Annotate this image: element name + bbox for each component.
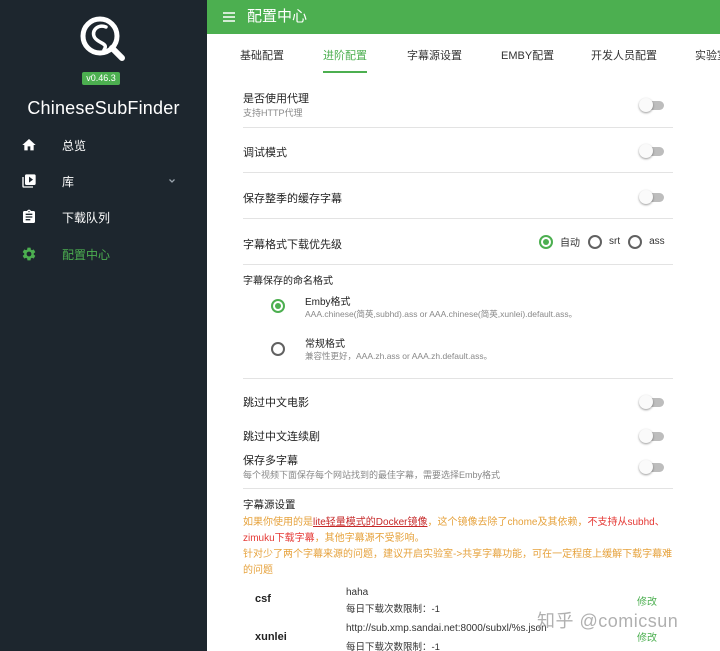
radio-emby[interactable] <box>271 299 285 313</box>
section-title: 字幕源设置 <box>243 499 296 511</box>
tab-basic[interactable]: 基础配置 <box>240 34 284 74</box>
menu-icon[interactable] <box>221 9 237 25</box>
settings-content: 是否使用代理 支持HTTP代理 调试模式 保存整季的缓存字幕 字幕格式下载优先级… <box>207 74 720 651</box>
divider <box>243 378 673 379</box>
setting-label: 保存整季的缓存字幕 <box>243 193 342 205</box>
setting-save-multi: 保存多字幕 每个视频下面保存每个网站找到的最佳字幕，需要选择Emby格式 <box>243 452 673 482</box>
divider <box>243 218 673 219</box>
option-title: 常规格式 <box>305 339 345 350</box>
setting-label: 跳过中文电影 <box>243 397 309 409</box>
setting-sublabel: 支持HTTP代理 <box>243 108 303 118</box>
sidebar: v0.46.3 ChineseSubFinder 总览 库 下载队列 配置中心 <box>0 0 207 651</box>
sidebar-item-library[interactable]: 库 <box>0 164 207 198</box>
app-bar: 配置中心 <box>207 0 720 34</box>
setting-naming: 字幕保存的命名格式 <box>243 272 673 288</box>
setting-skip-cn-movie: 跳过中文电影 <box>243 392 673 412</box>
source-limit: 每日下载次数限制：-1 <box>346 604 440 615</box>
debug-switch[interactable] <box>639 144 665 158</box>
source-value: haha <box>346 587 369 598</box>
version-badge: v0.46.3 <box>82 72 120 85</box>
radio-normal[interactable] <box>271 342 285 356</box>
subtitle-sources-header: 字幕源设置 <box>243 497 673 513</box>
sidebar-item-label: 下载队列 <box>62 210 111 225</box>
option-desc: 兼容性更好，AAA.zh.ass or AAA.zh.default.ass。 <box>305 351 493 361</box>
setting-proxy: 是否使用代理 支持HTTP代理 <box>243 90 673 120</box>
radio-auto[interactable]: 自动 <box>539 234 580 249</box>
tab-active-indicator <box>323 71 367 73</box>
option-title: Emby格式 <box>305 297 351 308</box>
sidebar-item-settings[interactable]: 配置中心 <box>0 237 207 271</box>
naming-option-normal[interactable]: 常规格式 兼容性更好，AAA.zh.ass or AAA.zh.default.… <box>263 335 663 365</box>
naming-option-emby[interactable]: Emby格式 AAA.chinese(简英,subhd).ass or AAA.… <box>263 293 663 323</box>
setting-sublabel: 每个视频下面保存每个网站找到的最佳字幕，需要选择Emby格式 <box>243 470 501 480</box>
sidebar-item-label: 库 <box>62 174 75 189</box>
tab-advanced[interactable]: 进阶配置 <box>323 34 367 74</box>
chevron-down-icon[interactable] <box>166 175 178 187</box>
settings-tabs: 基础配置 进阶配置 字幕源设置 EMBY配置 开发人员配置 实验室 <box>207 34 720 74</box>
page-title: 配置中心 <box>247 8 308 25</box>
radio-ass[interactable]: ass <box>628 234 665 249</box>
season-cache-switch[interactable] <box>639 190 665 204</box>
tab-lab[interactable]: 实验室 <box>695 34 720 74</box>
watermark: 知乎 @comicsun <box>537 611 679 631</box>
divider <box>243 264 673 265</box>
setting-label: 跳过中文连续剧 <box>243 431 320 443</box>
app-logo-icon <box>80 16 125 61</box>
app-name: ChineseSubFinder <box>27 98 180 118</box>
clipboard-list-icon <box>20 208 38 226</box>
lite-docker-notice: 如果你使用的是lite轻量模式的Docker镜像，这个镜像去除了chome及其依… <box>243 517 665 544</box>
skip-cn-movie-switch[interactable] <box>639 395 665 409</box>
tab-subtitle-sources[interactable]: 字幕源设置 <box>407 34 462 74</box>
setting-label: 是否使用代理 <box>243 93 309 105</box>
radio-srt[interactable]: srt <box>588 234 620 249</box>
video-library-icon <box>20 172 38 190</box>
divider <box>243 172 673 173</box>
save-multi-switch[interactable] <box>639 460 665 474</box>
gear-icon <box>20 245 38 263</box>
format-priority-radio-group: 自动 srt ass <box>539 234 673 249</box>
setting-season-cache: 保存整季的缓存字幕 <box>243 188 673 208</box>
source-name: xunlei <box>255 631 287 643</box>
proxy-switch[interactable] <box>639 98 665 112</box>
setting-format-priority: 字幕格式下载优先级 自动 srt ass <box>243 233 673 253</box>
setting-label: 保存多字幕 <box>243 455 298 467</box>
sidebar-item-label: 配置中心 <box>62 247 111 262</box>
divider <box>243 127 673 128</box>
lite-docker-link[interactable]: lite轻量模式的Docker镜像 <box>313 517 427 528</box>
edit-button[interactable]: 修改 <box>637 593 657 608</box>
source-value: http://sub.xmp.sandai.net:8000/subxl/%s.… <box>346 623 547 634</box>
option-desc: AAA.chinese(简英,subhd).ass or AAA.chinese… <box>305 309 578 319</box>
source-name: csf <box>255 593 271 605</box>
source-limit: 每日下载次数限制：-1 <box>346 642 440 651</box>
tab-developer[interactable]: 开发人员配置 <box>591 34 657 74</box>
setting-skip-cn-series: 跳过中文连续剧 <box>243 426 673 446</box>
skip-cn-series-switch[interactable] <box>639 429 665 443</box>
setting-label: 调试模式 <box>243 147 287 159</box>
setting-label: 字幕格式下载优先级 <box>243 239 342 251</box>
divider <box>243 488 673 489</box>
shared-subtitle-tip: 针对少了两个字幕来源的问题，建议开启实验室->共享字幕功能，可在一定程度上缓解下… <box>243 549 673 576</box>
sidebar-item-download-queue[interactable]: 下载队列 <box>0 200 207 234</box>
tab-emby[interactable]: EMBY配置 <box>501 34 554 74</box>
setting-label: 字幕保存的命名格式 <box>243 276 333 287</box>
setting-debug: 调试模式 <box>243 142 673 162</box>
sidebar-item-overview[interactable]: 总览 <box>0 128 207 162</box>
sidebar-item-label: 总览 <box>62 138 87 153</box>
home-icon <box>20 136 38 154</box>
